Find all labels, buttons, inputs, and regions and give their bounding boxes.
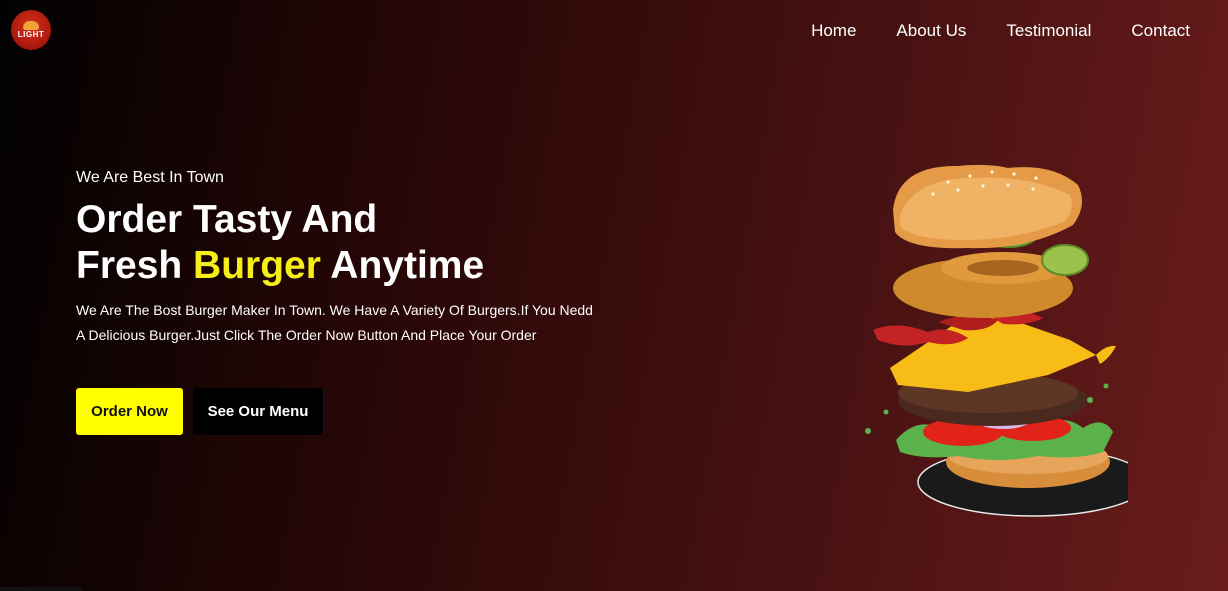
- hero-description-line2: A Delicious Burger.Just Click The Order …: [76, 327, 537, 343]
- logo-bun-shape: [23, 21, 39, 30]
- see-our-menu-button[interactable]: See Our Menu: [193, 388, 323, 435]
- hero-title-line2-post: Anytime: [320, 244, 485, 287]
- hero-title-line2-pre: Fresh: [76, 244, 194, 287]
- logo-text: LIGHT: [17, 30, 45, 39]
- scroll-indicator: [0, 587, 82, 591]
- hero-title: Order Tasty And Fresh Burger Anytime: [76, 197, 484, 289]
- main-nav: Home About Us Testimonial Contact: [771, 21, 1190, 41]
- burger-logo-icon[interactable]: LIGHT: [11, 10, 51, 50]
- burger-image: [865, 164, 1128, 517]
- hero-tagline: We Are Best In Town: [76, 169, 224, 186]
- nav-home[interactable]: Home: [811, 21, 856, 41]
- order-now-button[interactable]: Order Now: [76, 388, 183, 435]
- nav-about-us[interactable]: About Us: [896, 21, 966, 41]
- hero-title-highlight: Burger: [193, 244, 321, 287]
- nav-contact[interactable]: Contact: [1131, 21, 1190, 41]
- nav-testimonial[interactable]: Testimonial: [1006, 21, 1091, 41]
- hero-title-line1: Order Tasty And: [76, 198, 378, 241]
- hero-description-line1: We Are The Bost Burger Maker In Town. We…: [76, 302, 593, 318]
- hero-description: We Are The Bost Burger Maker In Town. We…: [76, 298, 616, 348]
